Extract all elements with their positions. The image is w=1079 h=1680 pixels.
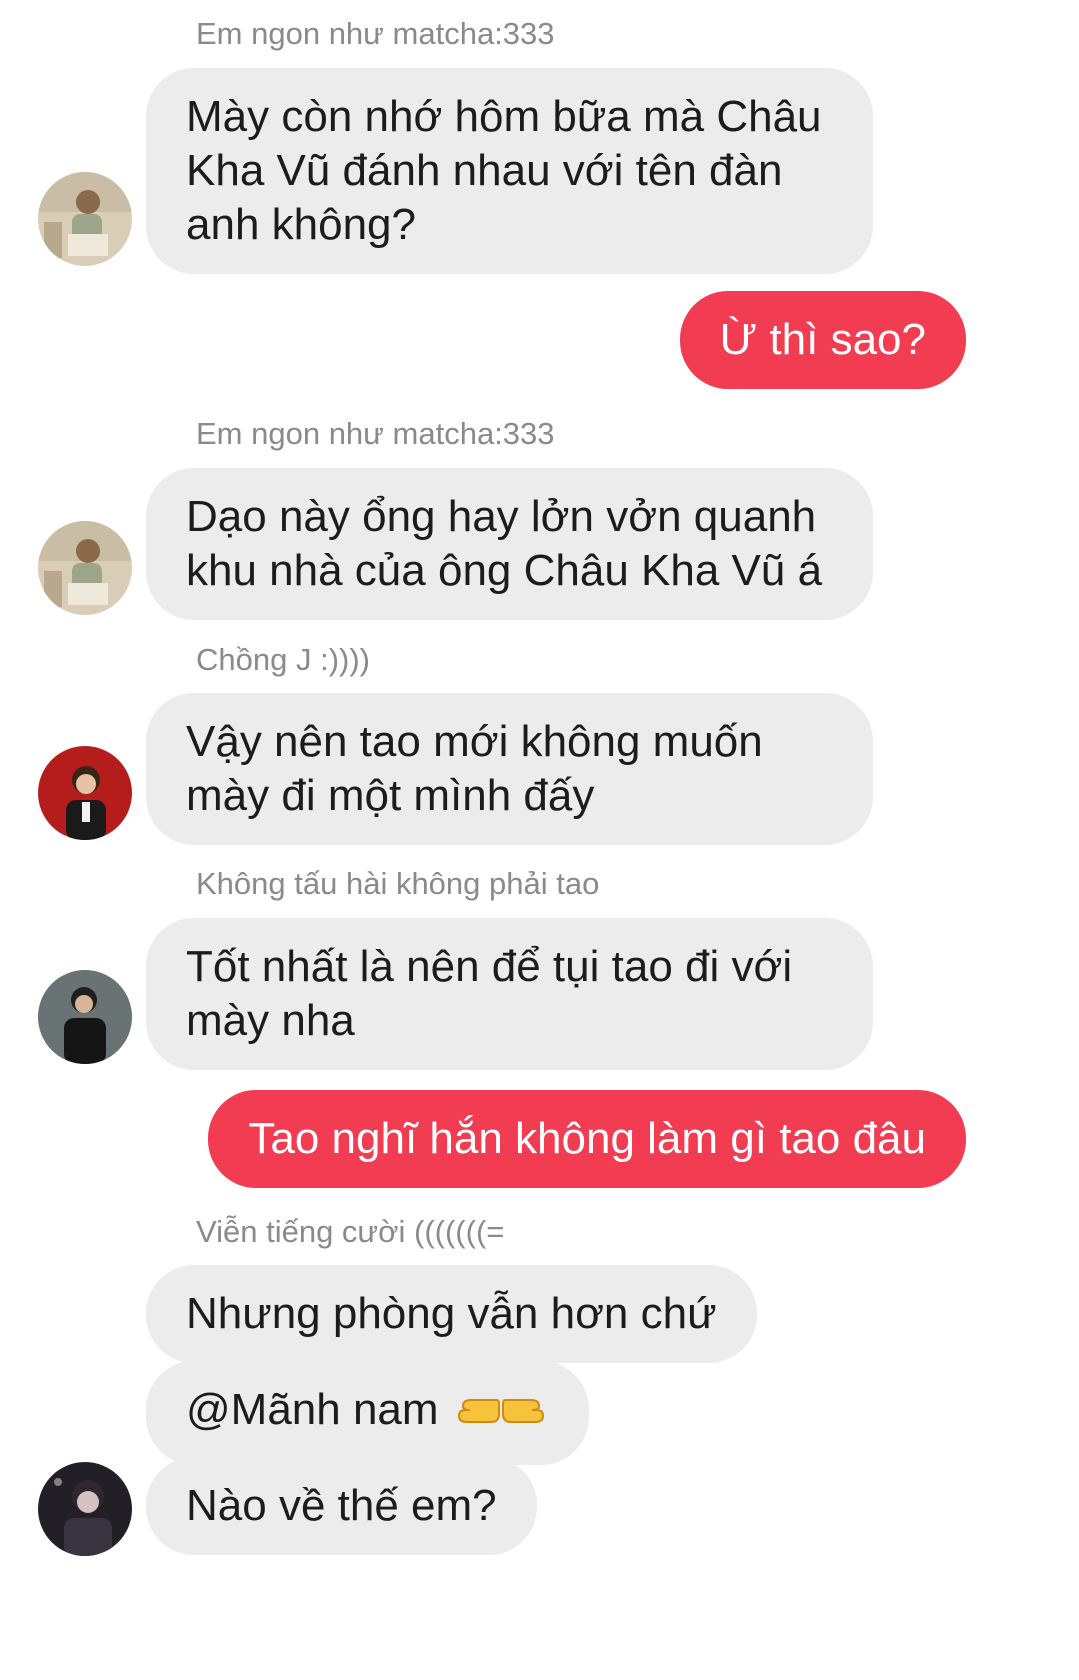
avatar-matcha[interactable] — [38, 521, 132, 615]
mention-text: @Mãnh nam — [186, 1385, 439, 1434]
outgoing-message-bubble[interactable]: Tao nghĩ hắn không làm gì tao đâu — [208, 1090, 966, 1188]
sender-name: Chồng J :)))) — [196, 642, 370, 677]
sender-name: Không tấu hài không phải tao — [196, 866, 600, 901]
message-bubble[interactable]: Dạo này ổng hay lởn vởn quanh khu nhà củ… — [146, 468, 873, 620]
mention-message-bubble[interactable]: @Mãnh nam — [146, 1361, 589, 1465]
sender-name: Em ngon như matcha:333 — [196, 416, 555, 451]
message-bubble[interactable]: Vậy nên tao mới không muốn mày đi một mì… — [146, 693, 873, 845]
avatar-matcha[interactable] — [38, 172, 132, 266]
avatar-photo-icon — [38, 172, 132, 266]
message-bubble[interactable]: Tốt nhất là nên để tụi tao đi với mày nh… — [146, 918, 873, 1070]
sender-name: Viễn tiếng cười (((((((= — [196, 1214, 505, 1249]
outgoing-message-bubble[interactable]: Ừ thì sao? — [679, 291, 966, 389]
avatar-photo-icon — [38, 521, 132, 615]
avatar-photo-icon — [38, 746, 132, 840]
avatar-chong-j[interactable] — [38, 746, 132, 840]
avatar-vien[interactable] — [38, 1462, 132, 1556]
sender-name: Em ngon như matcha:333 — [196, 16, 555, 51]
pointing-hands-emoji-icon — [453, 1386, 549, 1443]
message-bubble[interactable]: Mày còn nhớ hôm bữa mà Châu Kha Vũ đánh … — [146, 68, 873, 274]
avatar-photo-icon — [38, 970, 132, 1064]
message-bubble[interactable]: Nhưng phòng vẫn hơn chứ — [146, 1265, 757, 1363]
avatar-photo-icon — [38, 1462, 132, 1556]
avatar-khong-tau-hai[interactable] — [38, 970, 132, 1064]
message-bubble[interactable]: Nào về thế em? — [146, 1457, 537, 1555]
